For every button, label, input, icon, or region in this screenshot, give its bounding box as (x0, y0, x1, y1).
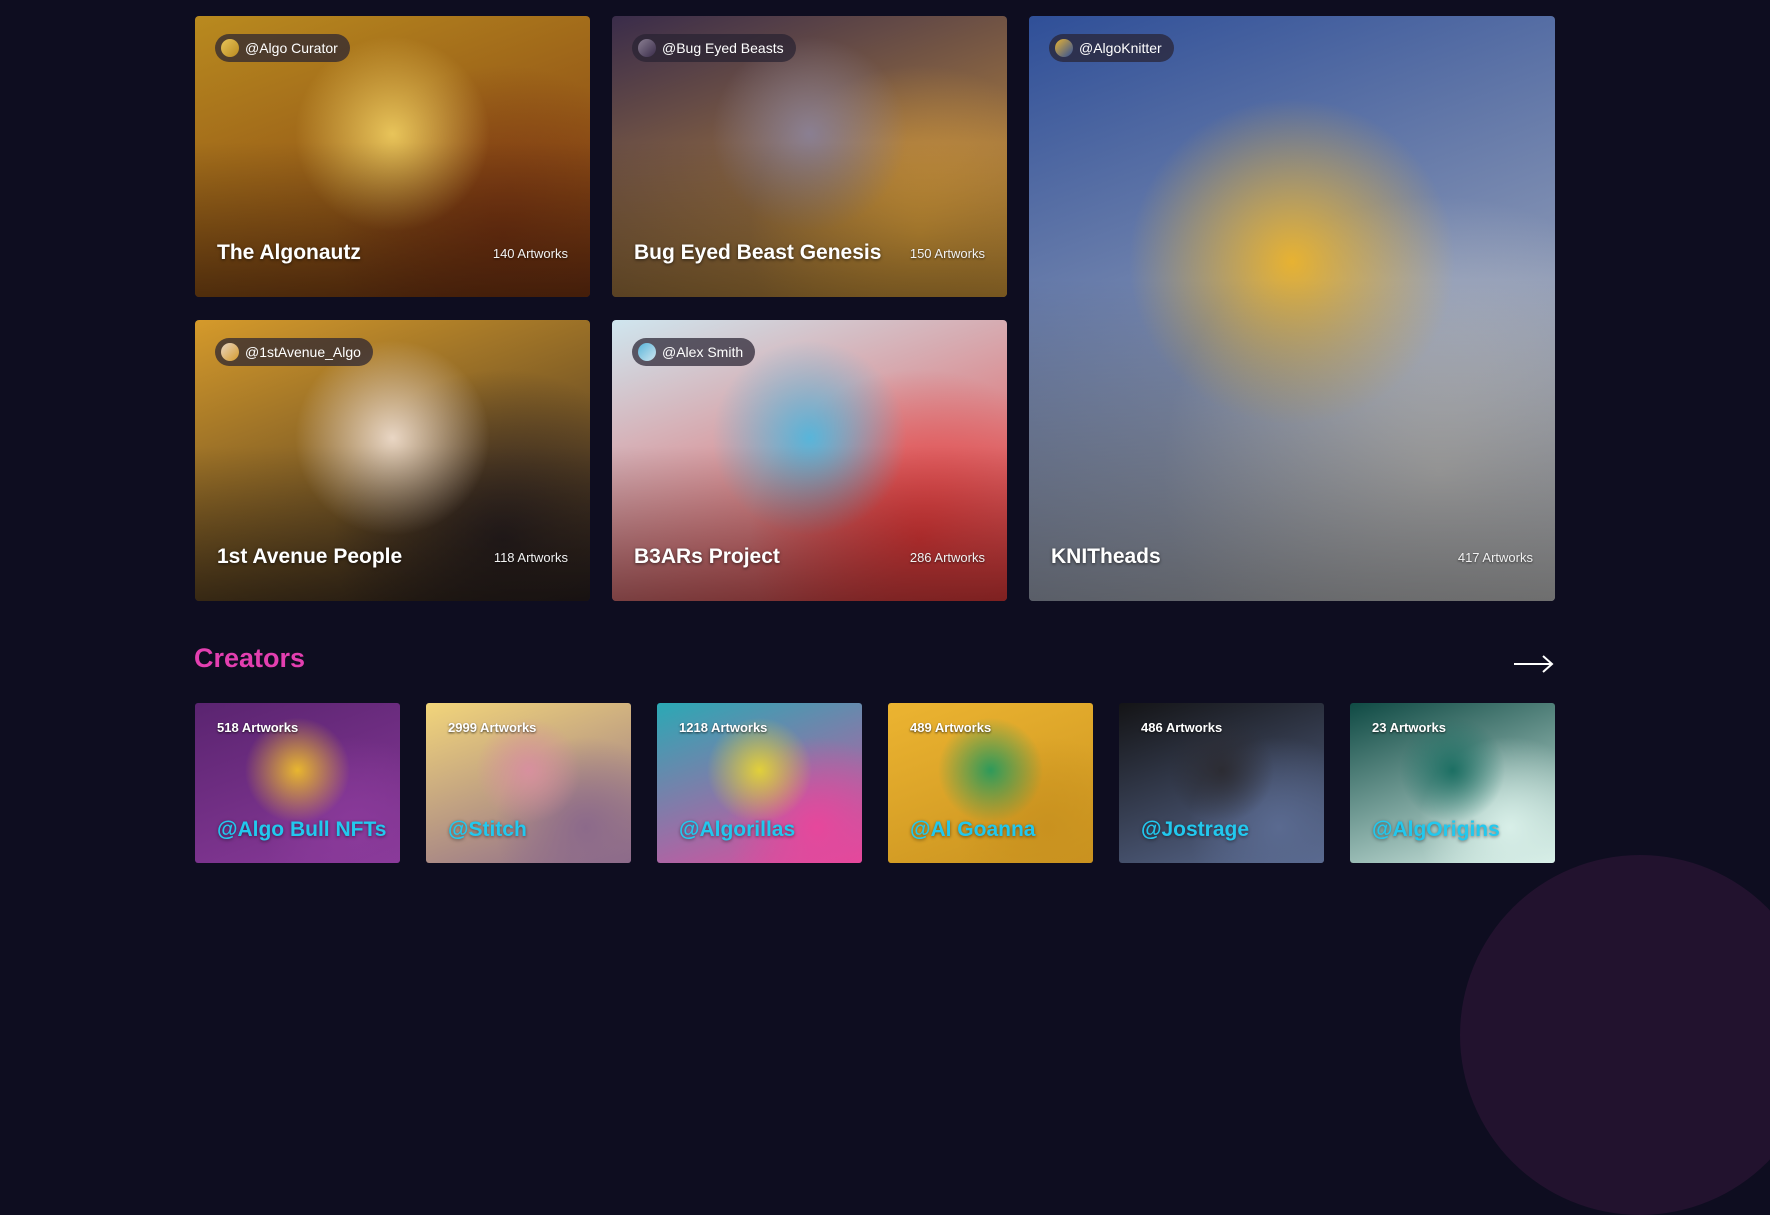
creator-avatar (221, 343, 239, 361)
collection-title: 1st Avenue People (217, 545, 403, 568)
artwork-count: 140 Artworks (492, 246, 568, 261)
creator-card[interactable]: 23 Artworks @AlgOrigins (1350, 703, 1555, 863)
creator-name: @Algorillas (679, 818, 796, 841)
artwork-count: 118 Artworks (493, 550, 568, 565)
creator-artwork-count: 489 Artworks (910, 720, 992, 735)
collection-title: The Algonautz (217, 241, 361, 264)
artwork-count: 417 Artworks (1457, 550, 1533, 565)
arrow-right-icon[interactable] (1514, 652, 1554, 676)
creator-artwork-count: 2999 Artworks (448, 720, 537, 735)
creator-badge[interactable]: @1stAvenue_Algo (215, 338, 373, 366)
creators-heading: Creators (194, 643, 306, 673)
collection-card[interactable]: @1stAvenue_Algo 1st Avenue People 118 Ar… (195, 320, 590, 601)
collection-card[interactable]: @Alex Smith B3ARs Project 286 Artworks (612, 320, 1007, 601)
creator-avatar (638, 39, 656, 57)
collection-title: B3ARs Project (634, 545, 780, 568)
creator-name: @Stitch (448, 818, 527, 841)
creator-badge[interactable]: @AlgoKnitter (1049, 34, 1174, 62)
creator-handle: @Algo Curator (245, 40, 338, 56)
creator-avatar (638, 343, 656, 361)
collection-card[interactable]: @Bug Eyed Beasts Bug Eyed Beast Genesis … (612, 16, 1007, 297)
creator-artwork-count: 23 Artworks (1372, 720, 1446, 735)
creator-card[interactable]: 489 Artworks @Al Goanna (888, 703, 1093, 863)
creator-artwork-count: 518 Artworks (217, 720, 299, 735)
background-decoration (1460, 855, 1770, 1215)
creator-card[interactable]: 486 Artworks @Jostrage (1119, 703, 1324, 863)
collection-title: Bug Eyed Beast Genesis (634, 241, 882, 264)
creator-name: @AlgOrigins (1372, 818, 1500, 841)
artwork-count: 286 Artworks (909, 550, 985, 565)
creator-card[interactable]: 2999 Artworks @Stitch (426, 703, 631, 863)
creator-name: @Al Goanna (910, 818, 1036, 841)
creator-card[interactable]: 518 Artworks @Algo Bull NFTs (195, 703, 400, 863)
creator-handle: @AlgoKnitter (1079, 40, 1162, 56)
creator-badge[interactable]: @Bug Eyed Beasts (632, 34, 796, 62)
creator-badge[interactable]: @Alex Smith (632, 338, 756, 366)
creator-name: @Jostrage (1141, 818, 1250, 841)
collection-title: KNITheads (1051, 545, 1161, 568)
creator-artwork-count: 486 Artworks (1141, 720, 1223, 735)
creator-handle: @1stAvenue_Algo (245, 344, 361, 360)
collection-card[interactable]: @AlgoKnitter KNITheads 417 Artworks (1029, 16, 1555, 601)
creator-card[interactable]: 1218 Artworks @Algorillas (657, 703, 862, 863)
creator-name: @Algo Bull NFTs (217, 818, 387, 841)
creator-artwork-count: 1218 Artworks (679, 720, 768, 735)
creator-handle: @Alex Smith (662, 344, 744, 360)
creator-avatar (221, 39, 239, 57)
collection-card[interactable]: @Algo Curator The Algonautz 140 Artworks (195, 16, 590, 297)
creator-handle: @Bug Eyed Beasts (662, 40, 784, 56)
creator-avatar (1055, 39, 1073, 57)
creator-badge[interactable]: @Algo Curator (215, 34, 350, 62)
artwork-count: 150 Artworks (909, 246, 985, 261)
